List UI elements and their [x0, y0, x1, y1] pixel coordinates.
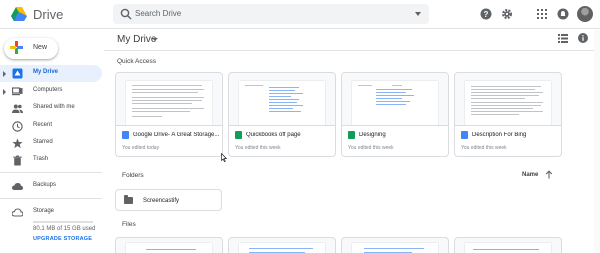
quick-access-card[interactable]: Quickbooks off page You edited this week — [228, 72, 336, 157]
google-sheets-icon — [235, 131, 242, 139]
file-edit-status: You edited this week — [461, 145, 507, 151]
cloud-storage-icon — [12, 208, 23, 217]
sidebar-item-label: Backups — [33, 182, 57, 188]
google-sheets-icon — [348, 131, 355, 139]
search-icon[interactable] — [119, 7, 133, 21]
file-name: Designing — [359, 132, 386, 138]
folder-item[interactable]: Screencastify — [115, 189, 222, 211]
top-bar: Drive Search Drive ? — [0, 0, 600, 29]
trash-icon — [13, 155, 22, 166]
file-name: Description For Bing — [472, 132, 527, 138]
folder-icon — [124, 195, 133, 204]
file-thumbnail — [342, 73, 448, 126]
new-button-label: New — [33, 44, 48, 51]
sidebar-item-label: Starred — [33, 139, 53, 145]
folders-heading: Folders — [122, 172, 144, 179]
file-edit-status: You edited this week — [235, 145, 281, 151]
search-input[interactable]: Search Drive — [135, 9, 181, 18]
sidebar-item-label: Computers — [33, 87, 63, 93]
app-title[interactable]: Drive — [33, 7, 63, 22]
upgrade-storage-link[interactable]: UPGRADE STORAGE — [33, 236, 92, 242]
expand-caret-icon[interactable] — [3, 89, 6, 95]
file-card[interactable] — [454, 237, 562, 253]
file-thumbnail — [455, 73, 561, 126]
expand-caret-icon[interactable] — [3, 71, 6, 77]
storage-usage-bar — [33, 221, 93, 223]
sidebar-item-label: Storage — [33, 208, 55, 214]
star-icon — [12, 138, 23, 149]
scrollbar-track[interactable] — [594, 30, 600, 253]
breadcrumb[interactable]: My Drive — [117, 34, 156, 45]
file-thumbnail — [229, 73, 335, 126]
account-avatar[interactable] — [577, 6, 593, 22]
folder-name: Screencastify — [143, 198, 180, 204]
computer-icon — [12, 87, 23, 96]
file-edit-status: You edited this week — [348, 145, 394, 151]
plus-icon — [10, 41, 23, 57]
file-card[interactable] — [341, 237, 449, 253]
file-name: Quickbooks off page — [246, 132, 301, 138]
mouse-cursor-icon — [221, 153, 227, 162]
help-icon[interactable]: ? — [480, 8, 492, 20]
search-options-icon[interactable] — [415, 12, 421, 16]
people-icon — [12, 104, 23, 113]
sort-by-name-button[interactable]: Name — [522, 172, 538, 178]
sidebar-item-recent[interactable]: Recent — [0, 118, 102, 135]
quick-access-card[interactable]: Designing You edited this week — [341, 72, 449, 157]
new-button[interactable]: New — [4, 38, 58, 59]
google-docs-icon — [461, 131, 468, 139]
sidebar-item-my-drive[interactable]: My Drive — [0, 65, 102, 82]
quick-access-heading: Quick Access — [117, 58, 157, 65]
main-header-divider — [104, 50, 594, 51]
sidebar-item-label: Recent — [33, 122, 53, 128]
info-icon[interactable] — [578, 33, 588, 43]
file-name: Google Drive- A Great Storage... — [133, 132, 220, 138]
google-docs-icon — [122, 131, 129, 139]
sort-ascending-arrow-icon[interactable] — [545, 170, 553, 179]
drive-logo-icon[interactable] — [11, 7, 27, 21]
file-card[interactable] — [228, 237, 336, 253]
file-edit-status: You edited today — [122, 145, 160, 151]
search-bar[interactable]: Search Drive — [113, 4, 429, 24]
file-card[interactable] — [115, 237, 223, 253]
sidebar-item-label: Shared with me — [33, 104, 75, 110]
sidebar-item-starred[interactable]: Starred — [0, 135, 102, 152]
sidebar-item-label: Trash — [33, 156, 49, 162]
sidebar-item-shared-with-me[interactable]: Shared with me — [0, 100, 102, 117]
sidebar-item-label: My Drive — [33, 69, 59, 75]
list-view-icon[interactable] — [558, 34, 568, 43]
apps-grid-icon[interactable] — [536, 8, 548, 20]
sidebar-item-trash[interactable]: Trash — [0, 152, 102, 169]
svg-text:?: ? — [484, 10, 489, 19]
sidebar-item-storage[interactable]: Storage — [0, 204, 102, 221]
breadcrumb-dropdown-icon[interactable] — [152, 38, 158, 41]
sidebar-item-computers[interactable]: Computers — [0, 83, 102, 100]
sidebar-divider — [0, 198, 102, 199]
sidebar-item-backups[interactable]: Backups — [0, 178, 102, 195]
storage-usage-text: 80.1 MB of 15 GB used — [33, 226, 96, 232]
clock-icon — [12, 121, 23, 132]
files-heading: Files — [122, 221, 136, 228]
sidebar-divider — [0, 172, 102, 173]
drive-icon — [12, 68, 23, 79]
cloud-icon — [12, 183, 23, 190]
quick-access-card[interactable]: Description For Bing You edited this wee… — [454, 72, 562, 157]
file-thumbnail — [116, 73, 222, 126]
notifications-icon[interactable] — [557, 8, 569, 20]
quick-access-card[interactable]: Google Drive- A Great Storage... You edi… — [115, 72, 223, 157]
settings-gear-icon[interactable] — [501, 8, 513, 20]
